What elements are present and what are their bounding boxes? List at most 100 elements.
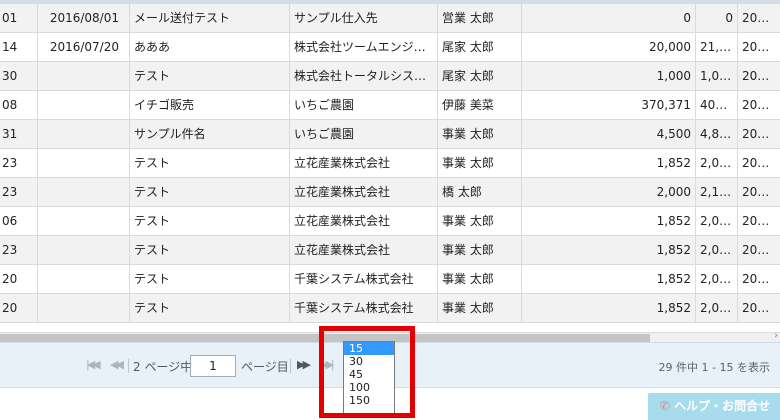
date-cell: 2016/08/01 — [38, 4, 130, 32]
date-truncated-cell: 201… — [742, 98, 777, 112]
help-button-label: ヘルプ・お問合せ — [674, 399, 771, 413]
date-cell — [38, 149, 130, 177]
subject-cell: テスト — [130, 265, 290, 293]
row-id-cell: 20 — [0, 265, 38, 293]
date-truncated-cell: 201… — [742, 156, 777, 170]
data-grid: 01 2016/08/01 メール送付テスト サンプル仕入先 営業 太郎 0 0 201… 14… — [0, 4, 780, 323]
amount-cell: 20,000 — [522, 33, 696, 61]
amount-cell: 1,000 — [522, 62, 696, 90]
staff-cell: 伊藤 美菜 — [438, 91, 522, 119]
help-contact-button[interactable]: ✆ ヘルプ・お問合せ — [648, 393, 780, 420]
table-row[interactable]: 01 2016/08/01 メール送付テスト サンプル仕入先 営業 太郎 0 0 201… — [0, 4, 780, 33]
table-row[interactable]: 06 テスト 立花産業株式会社 事業 太郎 1,852 2,000 201… — [0, 207, 780, 236]
page-suffix-label: ページ目 — [241, 360, 289, 374]
subject-cell: テスト — [130, 62, 290, 90]
prev-page-icon[interactable]: ◀◀ — [110, 358, 124, 371]
date-truncated-cell: 201… — [742, 214, 777, 228]
customer-cell: 立花産業株式会社 — [290, 178, 438, 206]
record-summary: 29 件中 1 - 15 を表示 — [658, 361, 770, 374]
amount-cell: 1,852 — [522, 236, 696, 264]
date-cell — [38, 178, 130, 206]
tax-included-cell: 21,600 — [696, 33, 738, 61]
date-truncated-cell: 201… — [742, 127, 777, 141]
row-id-cell: 23 — [0, 236, 38, 264]
row-id-cell: 20 — [0, 294, 38, 322]
amount-cell: 0 — [522, 4, 696, 32]
staff-cell: 事業 太郎 — [438, 265, 522, 293]
staff-cell: 尾家 太郎 — [438, 62, 522, 90]
subject-cell: テスト — [130, 178, 290, 206]
date-truncated-cell: 201… — [742, 40, 777, 54]
table-row[interactable]: 23 テスト 立花産業株式会社橋 太郎 2,000 2,160 201… — [0, 178, 780, 207]
subject-cell: テスト — [130, 207, 290, 235]
scroll-right-arrow-icon[interactable]: › — [774, 331, 778, 341]
staff-cell: 事業 太郎 — [438, 207, 522, 235]
tax-included-cell: 0 — [696, 4, 738, 32]
subject-cell: メール送付テスト — [130, 4, 290, 32]
staff-cell: 事業 太郎 — [438, 149, 522, 177]
date-cell — [38, 294, 130, 322]
tax-included-cell: 2,160 — [696, 178, 738, 206]
table-row[interactable]: 23 テスト 立花産業株式会社 事業 太郎 1,852 2,000 201… — [0, 236, 780, 265]
date-truncated-cell: 201… — [742, 243, 777, 257]
subject-cell: テスト — [130, 149, 290, 177]
date-cell — [38, 236, 130, 264]
tax-included-cell: 2,000 — [696, 207, 738, 235]
date-cell — [38, 62, 130, 90]
subject-cell: あああ — [130, 33, 290, 61]
staff-cell: 尾家 太郎 — [438, 33, 522, 61]
annotation-highlight-box — [319, 326, 415, 418]
pager-separator — [128, 359, 129, 373]
date-truncated-cell: 201… — [742, 272, 777, 286]
table-row[interactable]: 14 2016/07/20 あああ 株式会社ツームエンジニ… 尾家 太郎 20,000 21… — [0, 33, 780, 62]
tax-included-cell: 2,000 — [696, 294, 738, 322]
staff-cell: 事業 太郎 — [438, 120, 522, 148]
staff-cell: 事業 太郎 — [438, 236, 522, 264]
first-page-icon[interactable]: |◀◀ — [86, 358, 101, 371]
amount-cell: 2,000 — [522, 178, 696, 206]
next-page-icon[interactable]: ▶▶ — [297, 358, 311, 371]
staff-cell: 営業 太郎 — [438, 4, 522, 32]
table-row[interactable]: 08 イチゴ販売 いちご農園 伊藤 美菜 370,371 400,… 201… — [0, 91, 780, 120]
amount-cell: 1,852 — [522, 265, 696, 293]
tax-included-cell: 400,… — [696, 91, 738, 119]
tax-included-cell: 2,000 — [696, 236, 738, 264]
subject-cell: テスト — [130, 294, 290, 322]
row-id-cell: 08 — [0, 91, 38, 119]
amount-cell: 1,852 — [522, 294, 696, 322]
tax-included-cell: 2,000 — [696, 265, 738, 293]
row-id-cell: 30 — [0, 62, 38, 90]
tax-included-cell: 1,080 — [696, 62, 738, 90]
amount-cell: 1,852 — [522, 207, 696, 235]
table-row[interactable]: 30 テスト 株式会社トータルシステ… 尾家 太郎 1,000 1,080 201… — [0, 62, 780, 91]
amount-cell: 1,852 — [522, 149, 696, 177]
customer-cell: 立花産業株式会社 — [290, 207, 438, 235]
customer-cell: いちご農園 — [290, 91, 438, 119]
row-id-cell: 06 — [0, 207, 38, 235]
table-row[interactable]: 20 テスト 千葉システム株式会社 事業 太郎 1,852 2,000 201… — [0, 265, 780, 294]
subject-cell: サンプル件名 — [130, 120, 290, 148]
tax-included-cell: 2,000 — [696, 149, 738, 177]
date-truncated-cell: 201… — [742, 185, 777, 199]
date-truncated-cell: 201… — [742, 301, 777, 315]
customer-cell: 千葉システム株式会社 — [290, 265, 438, 293]
date-cell — [38, 120, 130, 148]
row-id-cell: 14 — [0, 33, 38, 61]
amount-cell: 4,500 — [522, 120, 696, 148]
date-cell — [38, 91, 130, 119]
customer-cell: 株式会社ツームエンジニ… — [290, 33, 438, 61]
subject-cell: イチゴ販売 — [130, 91, 290, 119]
table-row[interactable]: 20 テスト 千葉システム株式会社 事業 太郎 1,852 2,000 201… — [0, 294, 780, 323]
page-prefix-label: 2 ページ中 — [133, 360, 193, 374]
phone-icon: ✆ — [660, 399, 671, 413]
row-id-cell: 01 — [0, 4, 38, 32]
table-row[interactable]: 23 テスト 立花産業株式会社 事業 太郎 1,852 2,000 201… — [0, 149, 780, 178]
date-truncated-cell: 201… — [742, 11, 777, 25]
page-number-input[interactable] — [190, 355, 236, 377]
row-id-cell: 23 — [0, 178, 38, 206]
subject-cell: テスト — [130, 236, 290, 264]
row-id-cell: 23 — [0, 149, 38, 177]
table-row[interactable]: 31 サンプル件名 いちご農園 事業 太郎 4,500 4,860 201… — [0, 120, 780, 149]
row-id-cell: 31 — [0, 120, 38, 148]
customer-cell: サンプル仕入先 — [290, 4, 438, 32]
